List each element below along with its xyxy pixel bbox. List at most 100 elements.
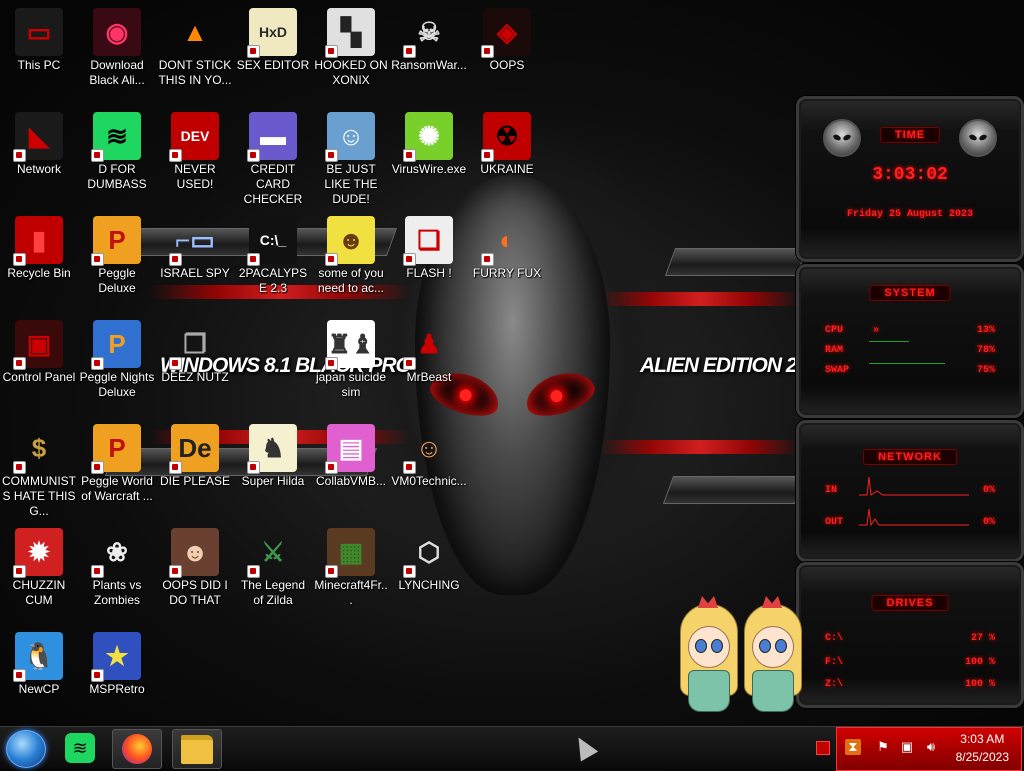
desktop-icon-label: DIE PLEASE bbox=[159, 474, 231, 488]
desktop-icon[interactable]: ⬡ LYNCHING bbox=[390, 524, 468, 624]
desktop-icon[interactable]: 🐧 NewCP bbox=[0, 628, 78, 728]
wallpaper-red-streak bbox=[600, 292, 800, 306]
desktop-icon[interactable]: ▮ Recycle Bin bbox=[0, 212, 78, 312]
network-out-label: OUT bbox=[825, 517, 844, 528]
sticker-crown-icon bbox=[698, 596, 718, 608]
chuzzle-icon: ✹ bbox=[13, 528, 63, 578]
hxd-editor-icon: HxD bbox=[247, 8, 297, 58]
desktop-icon[interactable]: ★ MSPRetro bbox=[78, 628, 156, 728]
desktop-icon[interactable]: HxD SEX EDITOR bbox=[234, 4, 312, 104]
shortcut-arrow-icon bbox=[247, 45, 260, 58]
shortcut-arrow-icon bbox=[13, 357, 26, 370]
cartoon-girl-sticker[interactable] bbox=[676, 596, 738, 724]
desktop-icon[interactable]: ❏ FLASH ! bbox=[390, 212, 468, 312]
desktop-icon[interactable]: ◈ OOPS bbox=[468, 4, 546, 104]
ram-label: RAM bbox=[825, 345, 844, 356]
flash-cards-icon: ❏ bbox=[403, 216, 453, 266]
desktop-icon[interactable]: P Peggle World of Warcraft ... bbox=[78, 420, 156, 520]
taskbar-firefox-button[interactable] bbox=[112, 729, 162, 769]
drive-value: 100 % bbox=[964, 657, 995, 668]
desktop-icon[interactable]: C:\_ 2PACALYPSE 2.3 bbox=[234, 212, 312, 312]
desktop-icon[interactable]: ♟ MrBeast bbox=[390, 316, 468, 416]
action-center-flag-icon[interactable]: ⚑ bbox=[875, 739, 891, 755]
shortcut-arrow-icon bbox=[13, 461, 26, 474]
desktop-icon[interactable]: ◣ Network bbox=[0, 108, 78, 208]
desktop-icon-label: HOOKED ON XONIX bbox=[314, 58, 388, 87]
shortcut-arrow-icon bbox=[325, 253, 338, 266]
desktop-icon-label: BE JUST LIKE THE DUDE! bbox=[324, 162, 378, 206]
shortcut-arrow-icon bbox=[403, 45, 416, 58]
gadget-system-title: SYSTEM bbox=[869, 285, 951, 301]
gadget-time-panel: TIME 3:03:02 Friday 25 August 2023 bbox=[796, 96, 1024, 262]
sticker-crown-icon bbox=[762, 596, 782, 608]
network-status-icon[interactable]: ▣ bbox=[899, 739, 915, 755]
desktop-icon-label: CREDIT CARD CHECKER bbox=[243, 162, 303, 206]
shortcut-arrow-icon bbox=[169, 565, 182, 578]
desktop-icon-label: UKRAINE bbox=[480, 162, 534, 176]
desktop-icon[interactable]: P Peggle Nights Deluxe bbox=[78, 316, 156, 416]
cpu-value: 13% bbox=[976, 325, 995, 336]
desktop-icon[interactable]: ♞ Super Hilda bbox=[234, 420, 312, 520]
taskbar-clock[interactable]: 3:03 AM 8/25/2023 bbox=[956, 730, 1009, 766]
desktop-icon[interactable]: ▣ Control Panel bbox=[0, 316, 78, 416]
desktop-icon[interactable]: ⌐▭ ISRAEL SPY bbox=[156, 212, 234, 312]
desktop-icon-label: Control Panel bbox=[2, 370, 76, 384]
desktop-icon[interactable]: ⚔ The Legend of Zilda bbox=[234, 524, 312, 624]
cpu-arrows-icon: » bbox=[873, 325, 880, 336]
desktop-icon[interactable]: P Peggle Deluxe bbox=[78, 212, 156, 312]
pvz-flower-icon: ❀ bbox=[91, 528, 141, 578]
desktop-icon-label: MrBeast bbox=[406, 370, 452, 384]
shortcut-arrow-icon bbox=[403, 565, 416, 578]
taskbar-spotify-button[interactable]: ≋ bbox=[56, 729, 104, 767]
desktop-icon[interactable]: $ COMMUNISTS HATE THIS G... bbox=[0, 420, 78, 520]
tray-app-icon[interactable]: ⧗ bbox=[845, 739, 861, 755]
start-button[interactable] bbox=[6, 730, 46, 768]
desktop-icon[interactable]: ☠ RansomWar... bbox=[390, 4, 468, 104]
desktop-icon[interactable]: ▲ DONT STICK THIS IN YO... bbox=[156, 4, 234, 104]
alien-orb-icon: ◉ bbox=[93, 8, 141, 56]
volume-icon[interactable]: 🔊︎ bbox=[923, 739, 939, 755]
msp-retro-icon: ★ bbox=[91, 632, 141, 682]
desktop-icon[interactable]: ✺ VirusWire.exe bbox=[390, 108, 468, 208]
desktop-icon[interactable]: ▬ CREDIT CARD CHECKER bbox=[234, 108, 312, 208]
wallpaper-metal-bar-right bbox=[664, 248, 808, 276]
desktop-icon[interactable]: ❀ Plants vs Zombies bbox=[78, 524, 156, 624]
gadget-drives-title: DRIVES bbox=[871, 595, 949, 611]
taskbar-file-explorer-button[interactable] bbox=[172, 729, 222, 769]
desktop-icon[interactable]: ☻ some of you need to ac... bbox=[312, 212, 390, 312]
desktop-icon-label: RansomWar... bbox=[391, 58, 467, 72]
desktop-icon[interactable]: ☢ UKRAINE bbox=[468, 108, 546, 208]
desktop-icon[interactable]: ✹ CHUZZIN CUM bbox=[0, 524, 78, 624]
show-hidden-tray-icon[interactable] bbox=[816, 741, 830, 755]
desktop-icon[interactable]: ◉ Download Black Ali... bbox=[78, 4, 156, 104]
pixel-dog-icon: ♞ bbox=[247, 424, 297, 474]
devcpp-icon: DEV bbox=[169, 112, 219, 162]
desktop-icon[interactable]: ♜♝ japan suicide sim bbox=[312, 316, 390, 416]
desktop-icon[interactable]: ≋ D FOR DUMBASS bbox=[78, 108, 156, 208]
folder-icon bbox=[181, 734, 213, 764]
taskbar: ≋ ⧗ ⚑ ▣ 🔊︎ 3:03 AM 8/25/2023 bbox=[0, 726, 1024, 771]
desktop-icon-label: OOPS bbox=[489, 58, 525, 72]
desktop-icon[interactable]: ❐ DEEZ NUTZ bbox=[156, 316, 234, 416]
shortcut-arrow-icon bbox=[325, 565, 338, 578]
gadget-time-title: TIME bbox=[879, 127, 941, 143]
desktop-icon[interactable]: ◐ FURRY FUX bbox=[468, 212, 546, 312]
shortcut-arrow-icon bbox=[91, 253, 104, 266]
desktop-icon[interactable]: ☺ BE JUST LIKE THE DUDE! bbox=[312, 108, 390, 208]
desktop-icon[interactable]: ☻ OOPS DID I DO THAT bbox=[156, 524, 234, 624]
network-out-value: 0% bbox=[982, 517, 995, 528]
shortcut-arrow-icon bbox=[481, 149, 494, 162]
cartoon-girl-sticker[interactable] bbox=[740, 596, 802, 724]
desktop-icon[interactable]: ▤ CollabVMB... bbox=[312, 420, 390, 520]
desktop-icon[interactable]: ☺ VM0Technic... bbox=[390, 420, 468, 520]
desktop-icon[interactable]: ▦ Minecraft4Fr... bbox=[312, 524, 390, 624]
desktop-icon[interactable]: De DIE PLEASE bbox=[156, 420, 234, 520]
red-figure-icon: ♟ bbox=[403, 320, 453, 370]
shortcut-arrow-icon bbox=[247, 149, 260, 162]
desktop-icon[interactable]: ▭ This PC bbox=[0, 4, 78, 104]
desktop-icon[interactable]: ▚ HOOKED ON XONIX bbox=[312, 4, 390, 104]
desktop-icon[interactable]: DEV NEVER USED! bbox=[156, 108, 234, 208]
shortcut-arrow-icon bbox=[325, 357, 338, 370]
gadget-time-value: 3:03:02 bbox=[872, 165, 948, 185]
firefox-icon bbox=[122, 734, 152, 764]
